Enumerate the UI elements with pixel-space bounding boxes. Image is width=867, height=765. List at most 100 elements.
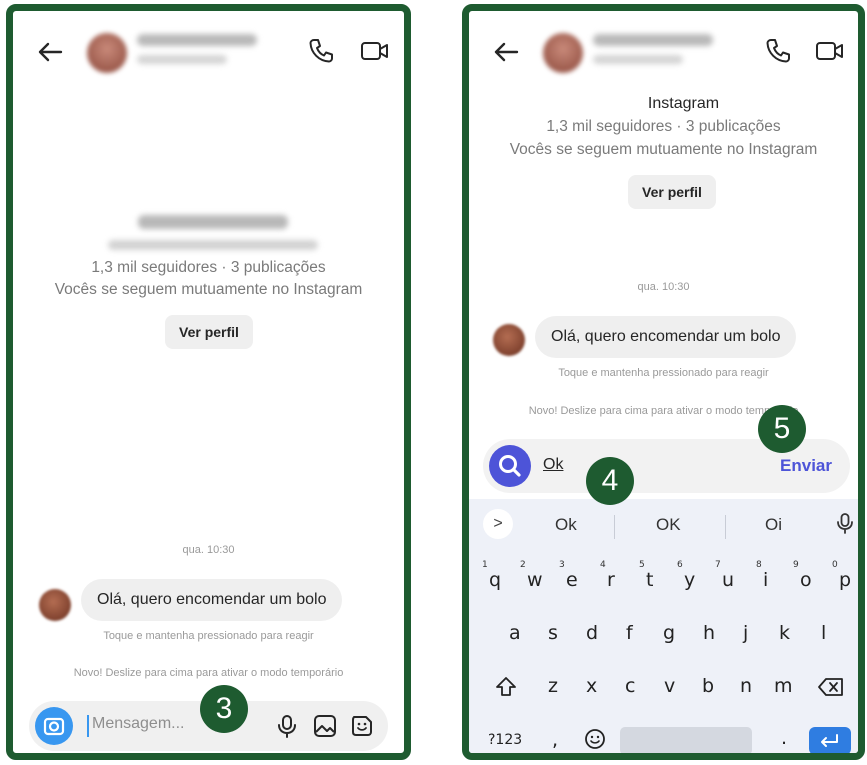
suggestion-1[interactable]: Ok bbox=[555, 515, 577, 535]
key-i-number: 8 bbox=[756, 560, 762, 570]
key-t[interactable]: 5t bbox=[639, 560, 653, 591]
key-q-number: 1 bbox=[482, 560, 488, 570]
profile-name-blurred bbox=[138, 215, 288, 229]
enter-key[interactable] bbox=[809, 727, 851, 753]
key-y[interactable]: 6y bbox=[677, 560, 695, 591]
react-hint: Toque e mantenha pressionado para reagir bbox=[103, 630, 314, 642]
key-h[interactable]: h bbox=[703, 622, 715, 644]
sticker-icon[interactable] bbox=[349, 713, 375, 739]
mutual-follow-text: Vocês se seguem mutuamente no Instagram bbox=[509, 141, 818, 158]
platform-name: Instagram bbox=[647, 95, 720, 112]
key-w[interactable]: 2w bbox=[520, 560, 543, 591]
phone-screen-right: Instagram 1,3 mil seguidores · 3 publica… bbox=[462, 4, 865, 760]
key-y-number: 6 bbox=[677, 560, 683, 570]
profile-username-blurred bbox=[108, 240, 318, 250]
contact-name-blurred bbox=[593, 34, 713, 46]
key-e[interactable]: 3e bbox=[559, 560, 578, 591]
step-badge-4: 4 bbox=[586, 457, 634, 505]
sender-avatar[interactable] bbox=[39, 589, 71, 621]
key-g[interactable]: g bbox=[663, 622, 675, 644]
search-button[interactable] bbox=[489, 445, 531, 487]
expand-suggestions-button[interactable]: > bbox=[483, 509, 513, 539]
voice-input-icon[interactable] bbox=[833, 511, 857, 539]
key-u-number: 7 bbox=[715, 560, 721, 570]
search-icon bbox=[499, 455, 521, 477]
spacebar[interactable] bbox=[620, 727, 752, 753]
key-p-number: 0 bbox=[832, 560, 838, 570]
suggestion-divider bbox=[614, 515, 615, 539]
mutual-follow-text: Vocês se seguem mutuamente no Instagram bbox=[54, 281, 363, 298]
send-button[interactable]: Enviar bbox=[780, 456, 832, 476]
gallery-icon[interactable] bbox=[312, 713, 338, 739]
message-bubble[interactable]: Olá, quero encomendar um bolo bbox=[535, 316, 797, 358]
key-p[interactable]: 0p bbox=[832, 560, 851, 591]
followers-count: 1,3 mil seguidores · 3 publicações bbox=[546, 118, 781, 135]
key-x[interactable]: x bbox=[586, 675, 597, 697]
contact-avatar[interactable] bbox=[87, 33, 127, 73]
camera-button[interactable] bbox=[35, 707, 73, 745]
react-hint: Toque e mantenha pressionado para reagir bbox=[558, 367, 769, 379]
key-e-number: 3 bbox=[559, 560, 565, 570]
sender-avatar[interactable] bbox=[493, 324, 525, 356]
text-cursor bbox=[87, 715, 89, 737]
key-l[interactable]: l bbox=[821, 622, 826, 644]
key-m[interactable]: m bbox=[774, 675, 793, 697]
message-bubble[interactable]: Olá, quero encomendar um bolo bbox=[81, 579, 343, 621]
back-arrow-icon[interactable] bbox=[33, 35, 67, 69]
key-f[interactable]: f bbox=[626, 622, 633, 644]
key-o-number: 9 bbox=[793, 560, 799, 570]
key-r[interactable]: 4r bbox=[600, 560, 615, 591]
key-t-number: 5 bbox=[639, 560, 645, 570]
key-z[interactable]: z bbox=[548, 675, 558, 697]
followers-count: 1,3 mil seguidores · 3 publicações bbox=[91, 259, 326, 276]
key-k[interactable]: k bbox=[779, 622, 790, 644]
message-input[interactable]: Mensagem... bbox=[92, 715, 184, 733]
step-badge-5: 5 bbox=[758, 405, 806, 453]
back-arrow-icon[interactable] bbox=[489, 35, 523, 69]
video-call-icon[interactable] bbox=[814, 35, 846, 67]
virtual-keyboard: > Ok OK Oi 1q 2w 3e 4r 5t 6y 7u 8i 9o 0p… bbox=[469, 499, 858, 753]
view-profile-button[interactable]: Ver perfil bbox=[165, 315, 253, 349]
phone-screen-left: 1,3 mil seguidores · 3 publicações Vocês… bbox=[6, 4, 411, 760]
step-badge-3: 3 bbox=[200, 685, 248, 733]
key-j[interactable]: j bbox=[743, 622, 748, 644]
suggestion-2[interactable]: OK bbox=[656, 515, 681, 535]
emoji-icon[interactable] bbox=[583, 727, 607, 751]
key-w-number: 2 bbox=[520, 560, 526, 570]
phone-call-icon[interactable] bbox=[305, 35, 337, 67]
message-timestamp: qua. 10:30 bbox=[637, 281, 690, 293]
key-v[interactable]: v bbox=[664, 675, 675, 697]
key-a[interactable]: a bbox=[509, 622, 521, 644]
phone-call-icon[interactable] bbox=[762, 35, 794, 67]
key-s[interactable]: s bbox=[548, 622, 558, 644]
key-n[interactable]: n bbox=[740, 675, 752, 697]
enter-arrow-icon bbox=[821, 734, 838, 747]
message-timestamp: qua. 10:30 bbox=[182, 544, 235, 556]
suggestion-divider bbox=[725, 515, 726, 539]
chat-header bbox=[469, 29, 858, 73]
period-key[interactable]: . bbox=[781, 727, 787, 749]
video-call-icon[interactable] bbox=[359, 35, 391, 67]
contact-username-blurred bbox=[593, 55, 683, 64]
contact-avatar[interactable] bbox=[543, 33, 583, 73]
keyboard-suggestion-bar: > Ok OK Oi bbox=[469, 505, 858, 545]
key-d[interactable]: d bbox=[586, 622, 598, 644]
shift-icon[interactable] bbox=[494, 675, 518, 699]
key-i[interactable]: 8i bbox=[756, 560, 768, 591]
backspace-icon[interactable] bbox=[817, 676, 845, 698]
temporary-mode-hint[interactable]: Novo! Deslize para cima para ativar o mo… bbox=[13, 667, 404, 679]
key-u[interactable]: 7u bbox=[715, 560, 734, 591]
view-profile-button[interactable]: Ver perfil bbox=[628, 175, 716, 209]
key-b[interactable]: b bbox=[702, 675, 714, 697]
key-q[interactable]: 1q bbox=[482, 560, 501, 591]
microphone-icon[interactable] bbox=[274, 713, 300, 739]
comma-key[interactable]: , bbox=[552, 729, 558, 751]
key-r-number: 4 bbox=[600, 560, 606, 570]
key-c[interactable]: c bbox=[625, 675, 635, 697]
key-o[interactable]: 9o bbox=[793, 560, 812, 591]
contact-name-blurred bbox=[137, 34, 257, 46]
contact-username-blurred bbox=[137, 55, 227, 64]
message-input[interactable]: Ok bbox=[543, 456, 563, 474]
suggestion-3[interactable]: Oi bbox=[765, 515, 782, 535]
symbols-key[interactable]: ?123 bbox=[488, 732, 522, 748]
